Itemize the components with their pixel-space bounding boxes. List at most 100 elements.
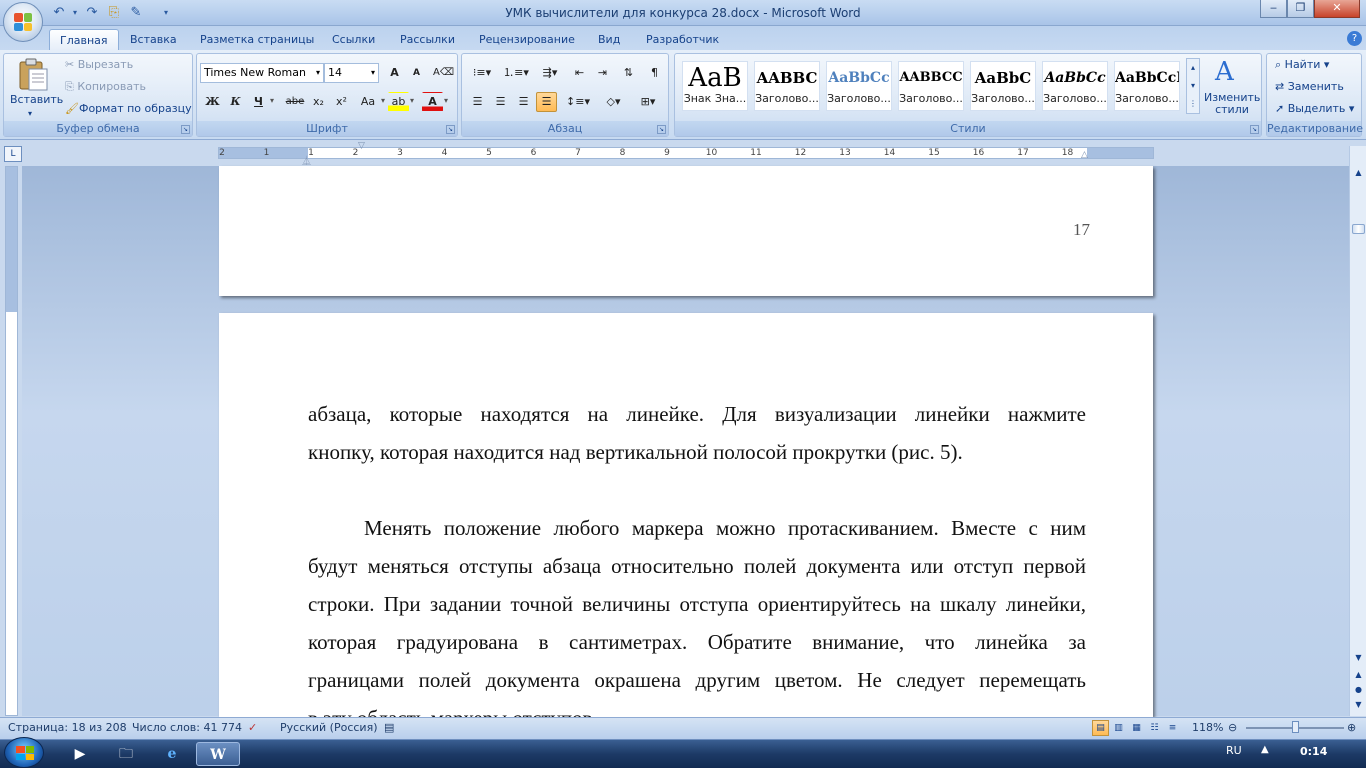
style-tile[interactable]: AaBbCc Заголово... (826, 61, 892, 111)
underline-dropdown-icon[interactable]: ▾ (270, 96, 274, 105)
tab-developer[interactable]: Разработчик (636, 29, 729, 50)
tab-mailings[interactable]: Рассылки (390, 29, 465, 50)
zoom-in-icon[interactable]: ⊕ (1347, 721, 1356, 735)
numbering-icon[interactable]: ⒈≡▾ (501, 63, 531, 83)
highlight-button[interactable]: ab (388, 92, 409, 112)
copy-button[interactable]: ⎘ Копировать (65, 79, 146, 95)
dialog-launcher-icon[interactable]: ↘ (1250, 125, 1259, 134)
select-browse-object-icon[interactable]: ● (1352, 683, 1365, 696)
word-count[interactable]: Число слов: 41 774 (132, 721, 242, 735)
bold-button[interactable]: Ж (202, 92, 223, 112)
align-right-icon[interactable]: ☰ (513, 92, 534, 112)
tab-review[interactable]: Рецензирование (469, 29, 585, 50)
media-player-icon[interactable]: ▶ (58, 742, 102, 766)
paste-icon[interactable] (16, 58, 50, 92)
dialog-launcher-icon[interactable]: ↘ (657, 125, 666, 134)
case-dropdown-icon[interactable]: ▾ (381, 96, 385, 105)
dialog-launcher-icon[interactable]: ↘ (181, 125, 190, 134)
shading-icon[interactable]: ◇▾ (597, 92, 630, 112)
increase-indent-icon[interactable]: ⇥ (592, 63, 613, 83)
show-hidden-icons-icon[interactable]: ▲ (1261, 744, 1269, 755)
superscript-button[interactable]: x² (331, 92, 352, 112)
internet-explorer-icon[interactable]: e (150, 742, 194, 766)
font-color-button[interactable]: A (422, 92, 443, 112)
current-page[interactable] (219, 313, 1153, 717)
grow-font-button[interactable]: A (384, 63, 405, 83)
style-tile[interactable]: AABBC Заголово... (754, 61, 820, 111)
dialog-launcher-icon[interactable]: ↘ (446, 125, 455, 134)
previous-page[interactable] (219, 166, 1153, 296)
style-tile[interactable]: AaBbCcI Заголово... (1114, 61, 1180, 111)
next-page-icon[interactable]: ▼ (1352, 698, 1365, 711)
start-button[interactable] (4, 737, 44, 768)
print-layout-view-icon[interactable]: ▤ (1092, 720, 1109, 736)
font-size-combo[interactable]: 14 ▾ (324, 63, 379, 83)
format-painter-button[interactable]: 🖌Формат по образцу (65, 101, 192, 117)
page-counter[interactable]: Страница: 18 из 208 (8, 721, 127, 735)
tab-stop-selector[interactable]: L (4, 146, 22, 162)
select-button[interactable]: ➚ Выделить ▾ (1275, 101, 1354, 117)
scroll-thumb[interactable] (1352, 224, 1365, 234)
outline-view-icon[interactable]: ☷ (1146, 720, 1163, 736)
tab-home[interactable]: Главная (49, 29, 119, 50)
shrink-font-button[interactable]: A (406, 63, 427, 83)
first-line-indent-marker-icon[interactable]: ▽ (358, 141, 365, 151)
decrease-indent-icon[interactable]: ⇤ (569, 63, 590, 83)
style-tile[interactable]: AABBCC Заголово... (898, 61, 964, 111)
chevron-down-icon[interactable]: ▾ (371, 64, 375, 82)
word-taskbar-icon[interactable]: W (196, 742, 240, 766)
vertical-ruler[interactable] (5, 166, 18, 716)
close-button[interactable]: ✕ (1314, 0, 1360, 18)
paste-button[interactable]: Вставить (10, 92, 63, 108)
change-styles-icon[interactable]: A (1215, 57, 1234, 87)
italic-button[interactable]: К (225, 92, 246, 112)
font-color-dropdown-icon[interactable]: ▾ (444, 96, 448, 105)
help-icon[interactable]: ? (1347, 31, 1362, 46)
subscript-button[interactable]: x₂ (308, 92, 329, 112)
explorer-folder-icon[interactable]: 🗀 (104, 742, 148, 766)
minimize-button[interactable]: ‒ (1260, 0, 1287, 18)
tab-insert[interactable]: Вставка (120, 29, 187, 50)
style-tile[interactable]: AaBbCc Заголово... (1042, 61, 1108, 111)
zoom-level[interactable]: 118% (1192, 721, 1223, 735)
replace-button[interactable]: ⇄ Заменить (1275, 79, 1344, 95)
clock[interactable]: 0:14 (1300, 745, 1327, 758)
highlight-dropdown-icon[interactable]: ▾ (410, 96, 414, 105)
tab-page-layout[interactable]: Разметка страницы (190, 29, 324, 50)
align-left-icon[interactable]: ☰ (467, 92, 488, 112)
underline-button[interactable]: Ч (248, 92, 269, 112)
find-button[interactable]: ⌕ Найти ▾ (1275, 57, 1329, 73)
paste-dropdown-icon[interactable]: ▾ (28, 106, 32, 122)
borders-icon[interactable]: ⊞▾ (633, 92, 663, 112)
draft-view-icon[interactable]: ≡ (1164, 720, 1181, 736)
style-tile[interactable]: AaBbC Заголово... (970, 61, 1036, 111)
change-styles-button[interactable]: Изменить стили (1204, 92, 1260, 116)
full-screen-reading-icon[interactable]: ▥ (1110, 720, 1127, 736)
align-center-icon[interactable]: ☰ (490, 92, 511, 112)
macro-record-icon[interactable]: ▤ (384, 721, 394, 735)
clear-formatting-icon[interactable]: A⌫ (432, 63, 454, 83)
zoom-out-icon[interactable]: ⊖ (1228, 721, 1237, 735)
input-language[interactable]: RU (1226, 744, 1242, 757)
show-marks-icon[interactable]: ¶ (644, 63, 665, 83)
tab-references[interactable]: Ссылки (322, 29, 385, 50)
spelling-check-icon[interactable]: ✓ (248, 721, 257, 735)
style-tile[interactable]: AaB Знак Зна... (682, 61, 748, 111)
vertical-scrollbar[interactable]: ▲ ▼ ▲ ● ▼ (1349, 146, 1366, 716)
justify-icon[interactable]: ☰ (536, 92, 557, 112)
styles-scroll[interactable]: ▴ ▾ ⋮ (1186, 58, 1200, 114)
scroll-up-icon[interactable]: ▲ (1352, 166, 1365, 179)
multilevel-list-icon[interactable]: ⇶▾ (535, 63, 565, 83)
office-button[interactable] (3, 2, 43, 42)
maximize-button[interactable]: ❐ (1287, 0, 1314, 18)
web-layout-icon[interactable]: ▦ (1128, 720, 1145, 736)
tab-view[interactable]: Вид (588, 29, 630, 50)
change-case-button[interactable]: Aa (355, 92, 381, 112)
zoom-slider-thumb[interactable] (1292, 721, 1299, 733)
cut-button[interactable]: ✂ Вырезать (65, 57, 133, 73)
font-name-combo[interactable]: Times New Roman ▾ (200, 63, 324, 83)
bullets-icon[interactable]: ⁝≡▾ (467, 63, 497, 83)
strikethrough-button[interactable]: abe (282, 92, 308, 112)
previous-page-icon[interactable]: ▲ (1352, 668, 1365, 681)
scroll-down-icon[interactable]: ▼ (1352, 651, 1365, 664)
